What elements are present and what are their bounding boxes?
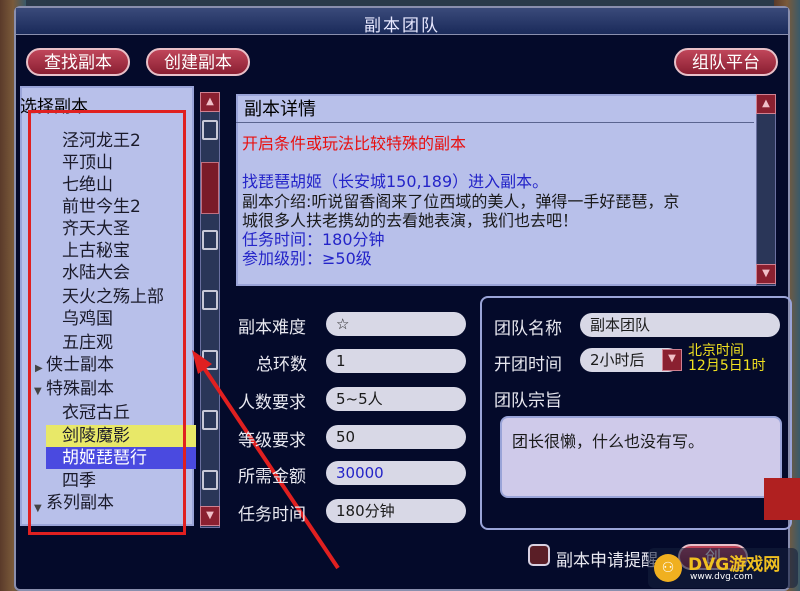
- detail-condition: 开启条件或玩法比较特殊的副本: [242, 134, 467, 153]
- detail-divider: [236, 122, 754, 123]
- beijing-time-value: 12月5日1时: [688, 358, 766, 374]
- detail-scroll-down-icon[interactable]: ▼: [756, 264, 776, 284]
- gold-value: 30000: [326, 461, 466, 485]
- detail-level: 参加级别：≥50级: [242, 249, 372, 268]
- rings-value: 1: [326, 349, 466, 373]
- rings-label: 总环数: [256, 355, 307, 375]
- motto-textarea[interactable]: 团长很懒，什么也没有写。: [500, 416, 782, 498]
- people-label: 人数要求: [238, 393, 306, 413]
- difficulty-value: ☆: [326, 312, 466, 336]
- people-value: 5~5人: [326, 387, 466, 411]
- beijing-time: 北京时间 12月5日1时: [688, 344, 766, 374]
- dragon-ornament: [764, 478, 800, 520]
- detail-scrollbar[interactable]: [756, 94, 776, 286]
- motto-label: 团队宗旨: [494, 391, 562, 411]
- watermark: ⚇ DVG游戏网 www.dvg.com: [648, 548, 798, 588]
- task-time-value: 180分钟: [326, 499, 466, 523]
- gamepad-icon: ⚇: [654, 554, 682, 582]
- level-req-value: 50: [326, 425, 466, 449]
- detail-scroll-up-icon[interactable]: ▲: [756, 94, 776, 114]
- watermark-url: www.dvg.com: [690, 572, 753, 582]
- apply-reminder-checkbox[interactable]: [528, 544, 550, 566]
- dropdown-arrow-icon[interactable]: ▼: [662, 349, 682, 371]
- detail-title: 副本详情: [244, 99, 316, 120]
- open-time-label: 开团时间: [494, 355, 562, 375]
- level-req-label: 等级要求: [238, 431, 306, 451]
- apply-reminder-label: 副本申请提醒: [556, 551, 658, 571]
- team-name-input[interactable]: 副本团队: [580, 313, 780, 337]
- team-name-label: 团队名称: [494, 319, 562, 339]
- beijing-time-label: 北京时间: [688, 343, 744, 359]
- gold-label: 所需金额: [238, 467, 306, 487]
- task-time-label: 任务时间: [238, 505, 306, 525]
- difficulty-label: 副本难度: [238, 318, 306, 338]
